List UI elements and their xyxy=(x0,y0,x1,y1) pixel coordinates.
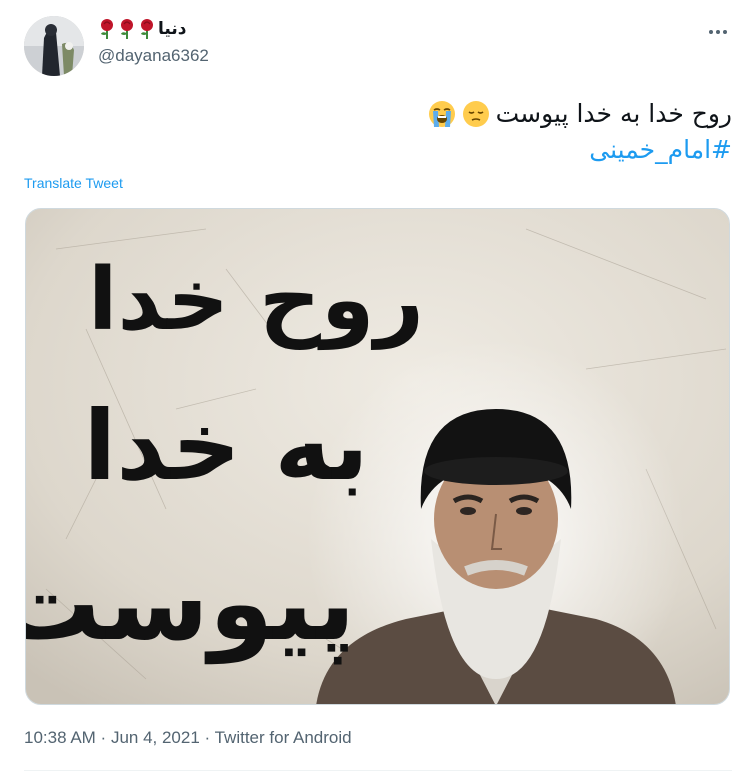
user-handle[interactable]: @dayana6362 xyxy=(98,46,209,66)
tweet-body: روح خدا به خدا پیوست xyxy=(495,99,732,128)
hashtag-line: #امام_خمینی xyxy=(32,132,732,168)
tweet-text: روح خدا به خدا پیوست #امام_خمینی xyxy=(32,96,732,168)
calligraphy-line-1: روح خدا xyxy=(88,250,424,350)
calligraphy-line-3: پیوست xyxy=(26,542,356,665)
tweet-metadata: 10:38 AM · Jun 4, 2021 · Twitter for And… xyxy=(24,728,352,748)
pensive-face-icon xyxy=(462,100,490,128)
tweet-source[interactable]: Twitter for Android xyxy=(215,728,352,747)
author-name-row[interactable]: دنیا xyxy=(98,18,186,40)
hashtag-link[interactable]: #امام_خمینی xyxy=(589,132,732,168)
divider xyxy=(24,770,732,771)
tweet-time[interactable]: 10:38 AM xyxy=(24,728,96,747)
display-name[interactable]: دنیا xyxy=(158,19,186,39)
loudly-crying-face-icon xyxy=(428,100,456,128)
avatar[interactable] xyxy=(24,16,84,76)
meta-separator: · xyxy=(95,728,111,747)
tweet-card: دنیا @dayana6362 روح خدا به خدا پیوست #ا… xyxy=(0,0,754,773)
meta-separator: · xyxy=(199,728,215,747)
calligraphy-line-2: به خدا xyxy=(83,390,368,502)
tweet-text-line: روح خدا به خدا پیوست xyxy=(32,96,732,132)
rose-icon xyxy=(138,18,156,40)
more-options-icon[interactable] xyxy=(704,22,732,42)
tweet-date[interactable]: Jun 4, 2021 xyxy=(111,728,200,747)
rose-icon xyxy=(98,18,116,40)
rose-icon xyxy=(118,18,136,40)
tweet-media-image[interactable]: روح خدا به خدا پیوست xyxy=(25,208,730,705)
translate-tweet-link[interactable]: Translate Tweet xyxy=(24,175,123,191)
